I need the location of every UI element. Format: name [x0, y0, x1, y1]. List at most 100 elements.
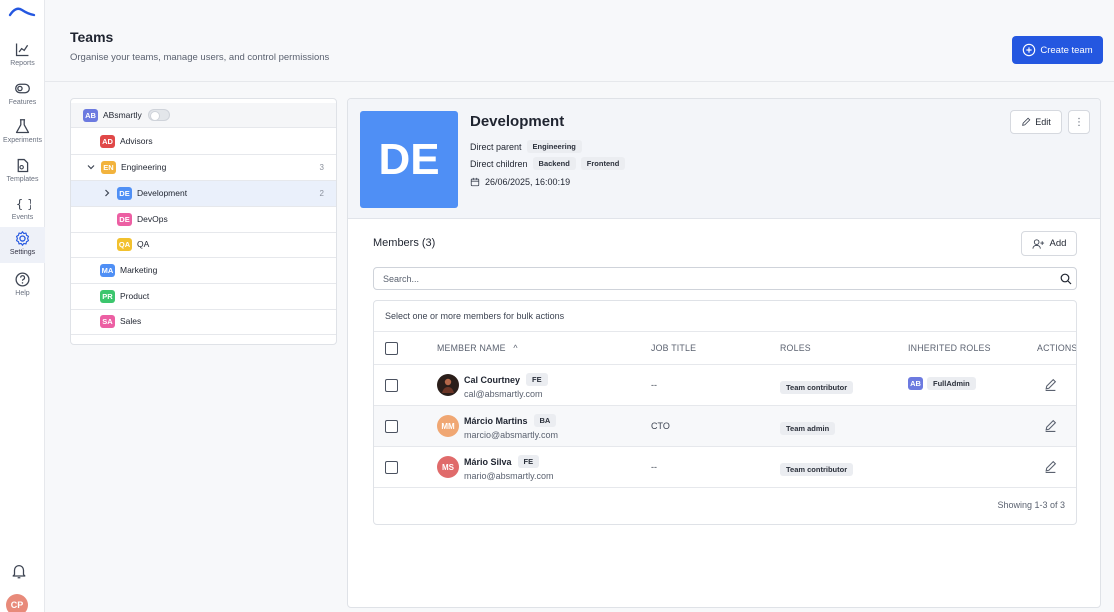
- team-tree: AB ABsmartly AD Advisors EN Engineering …: [70, 98, 337, 345]
- tree-item-label: Product: [120, 291, 150, 302]
- team-summary: DE Development Direct parent Engineering…: [348, 99, 1100, 219]
- plus-circle-icon: [1023, 43, 1036, 57]
- sidebar-item-label: Features: [8, 99, 37, 106]
- tree-item-advisors[interactable]: AD Advisors: [71, 129, 336, 155]
- column-member-name[interactable]: MEMBER NAME ^: [437, 343, 518, 353]
- sidebar-item-label: Templates: [6, 176, 39, 183]
- svg-text:{ }: { }: [16, 197, 31, 211]
- member-job-title: --: [651, 462, 657, 472]
- tree-item-absmartly[interactable]: AB ABsmartly: [71, 103, 336, 128]
- member-team-tag: FE: [526, 373, 548, 386]
- edit-member-icon[interactable]: [1044, 419, 1057, 432]
- tree-item-label: QA: [137, 239, 150, 250]
- tree-item-development[interactable]: DE Development 2: [71, 181, 336, 207]
- direct-children-label: Direct children: [470, 158, 528, 169]
- chevron-right-icon[interactable]: [102, 188, 112, 198]
- absmartly-logo-icon[interactable]: [8, 4, 36, 18]
- table-row: MS Mário Silva FE mario@absmartly.com --…: [374, 447, 1076, 488]
- team-badge: EN: [101, 160, 116, 174]
- sidebar-item-label: Reports: [10, 60, 35, 67]
- bell-icon[interactable]: [10, 562, 28, 580]
- teams-app: Reports Features Experiments Templates {…: [0, 0, 1114, 612]
- pagination-summary: Showing 1-3 of 3: [997, 500, 1065, 510]
- create-team-label: Create team: [1040, 44, 1093, 56]
- sidebar-item-events[interactable]: { } Events: [0, 192, 45, 228]
- sidebar-item-label: Help: [15, 290, 30, 297]
- sidebar-item-help[interactable]: Help: [0, 268, 45, 304]
- team-badge: AB: [908, 377, 923, 390]
- member-avatar: MM: [437, 415, 459, 437]
- column-job-title: JOB TITLE: [651, 343, 697, 353]
- column-actions: ACTIONS: [1037, 343, 1077, 353]
- row-checkbox[interactable]: [385, 379, 398, 392]
- tree-item-sales[interactable]: SA Sales: [71, 309, 336, 335]
- add-user-icon: [1032, 238, 1044, 249]
- column-label: MEMBER NAME: [437, 343, 506, 353]
- member-name: Mário Silva FE: [464, 455, 540, 468]
- tree-item-label: Engineering: [121, 162, 167, 173]
- sidebar: Reports Features Experiments Templates {…: [0, 0, 45, 612]
- member-name-text: Mário Silva: [464, 456, 512, 467]
- members-table: Select one or more members for bulk acti…: [373, 300, 1077, 525]
- page-title: Teams: [70, 29, 114, 45]
- create-team-button[interactable]: Create team: [1012, 36, 1103, 64]
- member-email: mario@absmartly.com: [464, 471, 554, 481]
- sidebar-item-experiments[interactable]: Experiments: [0, 115, 45, 151]
- more-options-button[interactable]: ⋮: [1068, 110, 1090, 134]
- team-badge: DE: [117, 186, 132, 200]
- team-badge: PR: [100, 289, 115, 303]
- chevron-down-icon[interactable]: [86, 162, 96, 172]
- tree-item-qa[interactable]: QA QA: [71, 232, 336, 258]
- direct-children-row: Direct children Backend Frontend: [470, 157, 626, 170]
- team-detail-panel: DE Development Direct parent Engineering…: [347, 98, 1101, 608]
- team-badge: DE: [117, 212, 132, 226]
- tree-item-marketing[interactable]: MA Marketing: [71, 258, 336, 284]
- tree-item-devops[interactable]: DE DevOps: [71, 207, 336, 233]
- parent-team-chip[interactable]: Engineering: [526, 140, 582, 153]
- role-chip: Team admin: [780, 422, 836, 435]
- tree-item-label: Marketing: [120, 265, 158, 276]
- user-avatar[interactable]: CP: [6, 594, 28, 612]
- sidebar-item-label: Settings: [9, 249, 36, 256]
- child-team-chip[interactable]: Frontend: [580, 157, 626, 170]
- row-checkbox[interactable]: [385, 420, 398, 433]
- edit-button[interactable]: Edit: [1010, 110, 1062, 134]
- table-row: MM Márcio Martins BA marcio@absmartly.co…: [374, 406, 1076, 447]
- child-team-chip[interactable]: Backend: [532, 157, 576, 170]
- team-count: 3: [319, 162, 324, 172]
- chart-icon: [15, 43, 29, 57]
- bulk-actions-hint: Select one or more members for bulk acti…: [374, 301, 1076, 332]
- sidebar-item-features[interactable]: Features: [0, 77, 45, 113]
- edit-member-icon[interactable]: [1044, 378, 1057, 391]
- select-all-checkbox[interactable]: [385, 342, 398, 355]
- direct-parent-label: Direct parent: [470, 141, 522, 152]
- tree-item-engineering[interactable]: EN Engineering 3: [71, 155, 336, 181]
- tree-item-product[interactable]: PR Product: [71, 284, 336, 310]
- sidebar-item-reports[interactable]: Reports: [0, 38, 45, 74]
- sidebar-item-templates[interactable]: Templates: [0, 154, 45, 190]
- show-archived-toggle[interactable]: [147, 109, 170, 121]
- add-label: Add: [1049, 238, 1067, 249]
- row-checkbox[interactable]: [385, 461, 398, 474]
- page-subtitle: Organise your teams, manage users, and c…: [70, 52, 330, 63]
- member-avatar: [437, 374, 459, 396]
- member-team-tag: BA: [533, 414, 557, 427]
- add-member-button[interactable]: Add: [1021, 231, 1077, 256]
- created-date: 26/06/2025, 16:00:19: [485, 177, 571, 187]
- inherited-role-chip: FullAdmin: [927, 377, 976, 390]
- members-search-input[interactable]: [373, 267, 1077, 290]
- edit-member-icon[interactable]: [1044, 460, 1057, 473]
- member-name-text: Cal Courtney: [464, 374, 521, 385]
- member-team-tag: FE: [517, 455, 540, 468]
- sort-asc-icon: ^: [513, 343, 518, 353]
- sidebar-item-label: Experiments: [3, 137, 42, 144]
- team-count: 2: [319, 188, 324, 198]
- team-badge: SA: [100, 314, 115, 328]
- team-badge: AB: [83, 108, 98, 122]
- template-icon: [17, 158, 29, 173]
- sidebar-item-settings[interactable]: Settings: [0, 227, 45, 263]
- tree-item-label: ABsmartly: [103, 110, 142, 120]
- edit-label: Edit: [1035, 117, 1051, 127]
- column-inherited-roles: INHERITED ROLES: [908, 343, 991, 353]
- member-email: cal@absmartly.com: [464, 389, 543, 399]
